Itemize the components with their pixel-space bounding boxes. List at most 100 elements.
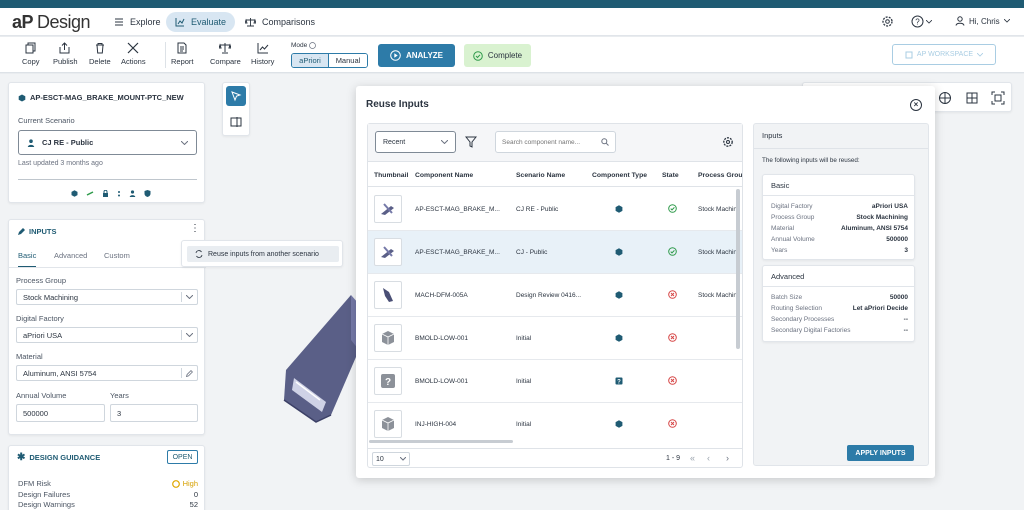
process-group-label: Process Group (16, 276, 67, 285)
years-input[interactable] (110, 404, 198, 422)
design-failures-value: 0 (193, 489, 198, 499)
col-scenario-name[interactable]: Scenario Name (516, 172, 565, 179)
reuse-inputs-menu-item[interactable]: Reuse inputs from another scenario (187, 246, 339, 262)
delete-label: Delete (89, 57, 111, 66)
table-header-row: Thumbnail Component Name Scenario Name C… (368, 162, 742, 187)
component-search-input[interactable] (495, 131, 616, 153)
app-logo[interactable]: aP Design (12, 12, 91, 33)
component-search-field[interactable] (502, 138, 598, 146)
input-summary-key: Material (771, 225, 795, 232)
scenario-select[interactable]: CJ RE - Public (18, 130, 197, 155)
user-menu[interactable]: Hi, Chris (955, 16, 1010, 26)
report-menu-button[interactable]: Report (171, 42, 194, 66)
prev-page-icon[interactable]: ‹ (707, 453, 710, 463)
mode-apriori-option[interactable]: aPriori (292, 54, 328, 67)
design-guidance-card: ✱ DESIGN GUIDANCE OPEN DFM Risk High Des… (8, 445, 205, 510)
user-icon (27, 138, 35, 147)
col-state[interactable]: State (662, 172, 679, 179)
chevron-down-icon (181, 140, 188, 145)
mode-manual-option[interactable]: Manual (328, 54, 367, 67)
table-row[interactable]: INJ-HIGH-004 Initial (368, 403, 742, 440)
play-icon (390, 50, 401, 61)
inputs-summary-panel: Inputs The following inputs will be reus… (753, 123, 929, 466)
analyze-label: ANALYZE (405, 51, 444, 60)
col-thumbnail[interactable]: Thumbnail (374, 172, 408, 179)
input-summary-value: aPriori USA (871, 203, 908, 210)
analyze-button[interactable]: ANALYZE (378, 44, 455, 67)
table-row[interactable]: ? BMOLD-LOW-001 Initial? (368, 360, 742, 403)
nav-explore[interactable]: Explore (105, 12, 170, 32)
input-summary-key: Batch Size (771, 294, 803, 301)
row-scenario-name: Design Review 0416... (516, 292, 582, 299)
help-menu[interactable]: ? (911, 15, 932, 28)
pencil-icon[interactable] (181, 368, 197, 378)
col-component-type[interactable]: Component Type (592, 172, 647, 179)
input-summary-row: Batch Size 50000 (771, 292, 908, 303)
part-3d-model[interactable] (276, 290, 366, 440)
col-process-group[interactable]: Process Group (698, 172, 742, 179)
table-row[interactable]: BMOLD-LOW-001 Initial (368, 317, 742, 360)
tab-advanced[interactable]: Advanced (54, 251, 87, 260)
compare-button[interactable]: Compare (210, 42, 241, 66)
history-button[interactable]: History (251, 42, 274, 66)
part-type-icon (615, 291, 623, 301)
first-page-icon[interactable]: « (690, 453, 695, 463)
page-size-value: 10 (376, 455, 384, 463)
actions-menu-button[interactable]: Actions (121, 42, 146, 66)
input-summary-row: Routing Selection Let aPriori Decide (771, 303, 908, 314)
input-summary-key: Years (771, 247, 788, 254)
select-tool-button[interactable] (226, 86, 246, 106)
row-scenario-name: Initial (516, 421, 532, 428)
table-row[interactable]: AP-ESCT-MAG_BRAKE_M... CJ RE - Public Stoc… (368, 188, 742, 231)
close-icon[interactable]: × (910, 99, 922, 111)
digital-factory-select[interactable]: aPriori USA (16, 327, 198, 343)
part-type-icon (615, 420, 623, 430)
filter-icon[interactable] (465, 136, 477, 148)
material-value: Aluminum, ANSI 5754 (23, 368, 97, 378)
ap-workspace-button[interactable]: AP WORKSPACE (892, 44, 996, 65)
chevron-down-icon (400, 457, 406, 461)
input-summary-value: 50000 (889, 294, 908, 301)
tab-basic[interactable]: Basic (18, 251, 37, 268)
process-group-select[interactable]: Stock Machining (16, 289, 198, 305)
next-page-icon[interactable]: › (726, 453, 729, 463)
settings-gear-icon[interactable] (881, 15, 894, 30)
row-scenario-name: CJ RE - Public (516, 206, 559, 213)
dfm-risk-value: High (171, 479, 198, 490)
nav-evaluate[interactable]: Evaluate (166, 12, 236, 32)
design-guidance-open-button[interactable]: OPEN (167, 450, 198, 464)
delete-button[interactable]: Delete (89, 42, 111, 66)
table-row[interactable]: MACH-DFM-005A Design Review 0416... Stock … (368, 274, 742, 317)
copy-button[interactable]: Copy (22, 42, 40, 66)
col-component-name[interactable]: Component Name (415, 172, 473, 179)
table-horizontal-scrollbar[interactable] (369, 440, 513, 443)
apply-inputs-button[interactable]: APPLY INPUTS (847, 445, 914, 461)
design-guidance-title-text: DESIGN GUIDANCE (29, 453, 101, 462)
recent-filter-select[interactable]: Recent (375, 131, 456, 153)
current-scenario-label: Current Scenario (18, 116, 75, 125)
svg-text:?: ? (617, 379, 621, 385)
viewer-tools-panel (222, 82, 250, 136)
rotate-icon[interactable] (938, 91, 952, 105)
modal-title: Reuse Inputs (366, 99, 429, 110)
input-summary-row: Process Group Stock Machining (771, 212, 908, 223)
annual-volume-input[interactable] (16, 404, 105, 422)
publish-button[interactable]: Publish (53, 42, 78, 66)
material-label: Material (16, 352, 43, 361)
table-row[interactable]: AP-ESCT-MAG_BRAKE_M... CJ - Public Stock M… (368, 231, 742, 274)
cube-view-icon[interactable] (965, 91, 979, 105)
part-type-icon (615, 248, 623, 258)
nav-comparisons[interactable]: Comparisons (236, 12, 324, 32)
page-size-select[interactable]: 10 (372, 452, 410, 466)
table-settings-gear-icon[interactable] (722, 136, 734, 148)
material-select[interactable]: Aluminum, ANSI 5754 (16, 365, 198, 381)
input-summary-value: Let aPriori Decide (852, 305, 908, 312)
advanced-divider (763, 286, 914, 287)
section-tool-button[interactable] (226, 113, 246, 131)
tab-custom[interactable]: Custom (104, 251, 130, 260)
table-vertical-scrollbar[interactable] (736, 189, 740, 349)
scale-icon (219, 43, 232, 54)
inputs-kebab-menu-icon[interactable]: ⋮ (190, 224, 200, 234)
tools-icon (127, 42, 139, 54)
fit-view-icon[interactable] (991, 91, 1005, 105)
